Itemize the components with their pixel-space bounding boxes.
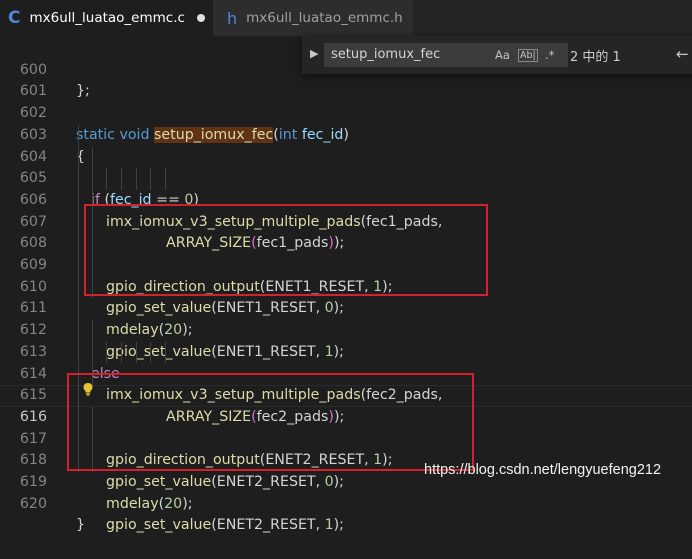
annotation-box-enet1	[84, 204, 488, 296]
tab-label: mx6ull_luatao_emmc.c	[29, 10, 185, 26]
tab-emmc-c[interactable]: C mx6ull_luatao_emmc.c	[0, 0, 213, 36]
code-line[interactable]: 602 static void setup_iomux_fec(int fec_…	[0, 81, 692, 143]
watermark: https://blog.csdn.net/lengyuefeng212	[424, 462, 662, 478]
code-line[interactable]: 603 {	[0, 103, 692, 165]
match-case-button[interactable]: Aa	[495, 48, 510, 62]
find-widget: ▶ setup_iomux_fec Aa Ab| .* 2 中的 1 ←	[302, 36, 692, 74]
tab-bar: C mx6ull_luatao_emmc.c h mx6ull_luatao_e…	[0, 0, 692, 36]
tab-label: mx6ull_luatao_emmc.h	[246, 10, 403, 26]
code-line[interactable]: 613 imx_iomux_v3_setup_multiple_pads(fec…	[0, 320, 692, 403]
h-file-icon: h	[227, 8, 238, 28]
code-line[interactable]: 605 imx_iomux_v3_setup_multiple_pads(fec…	[0, 146, 692, 230]
code-line[interactable]: 604 if (fec_id == 0)	[0, 124, 692, 208]
whole-word-button[interactable]: Ab|	[518, 49, 538, 62]
line-number: 620	[19, 495, 47, 512]
annotation-box-enet2	[67, 373, 474, 471]
previous-match-arrow-icon[interactable]: ←	[676, 45, 689, 63]
code-line[interactable]: 614 ARRAY_SIZE(fec2_pads));	[0, 341, 692, 425]
unsaved-dot-icon[interactable]	[196, 14, 205, 22]
c-file-icon: C	[8, 8, 21, 28]
code-line[interactable]: 606 ARRAY_SIZE(fec1_pads));	[0, 168, 692, 251]
toggle-replace-chevron-icon[interactable]: ▶	[310, 47, 318, 60]
tab-emmc-h[interactable]: h mx6ull_luatao_emmc.h	[213, 0, 413, 36]
line-code: mdelay(20);	[106, 495, 193, 512]
code-line[interactable]: 612 else	[0, 298, 692, 382]
regex-button[interactable]: .*	[545, 48, 554, 62]
line-code: }	[76, 517, 86, 534]
line-code: gpio_set_value(ENET2_RESET, 1);	[106, 517, 344, 534]
match-count: 2 中的 1	[570, 50, 621, 65]
